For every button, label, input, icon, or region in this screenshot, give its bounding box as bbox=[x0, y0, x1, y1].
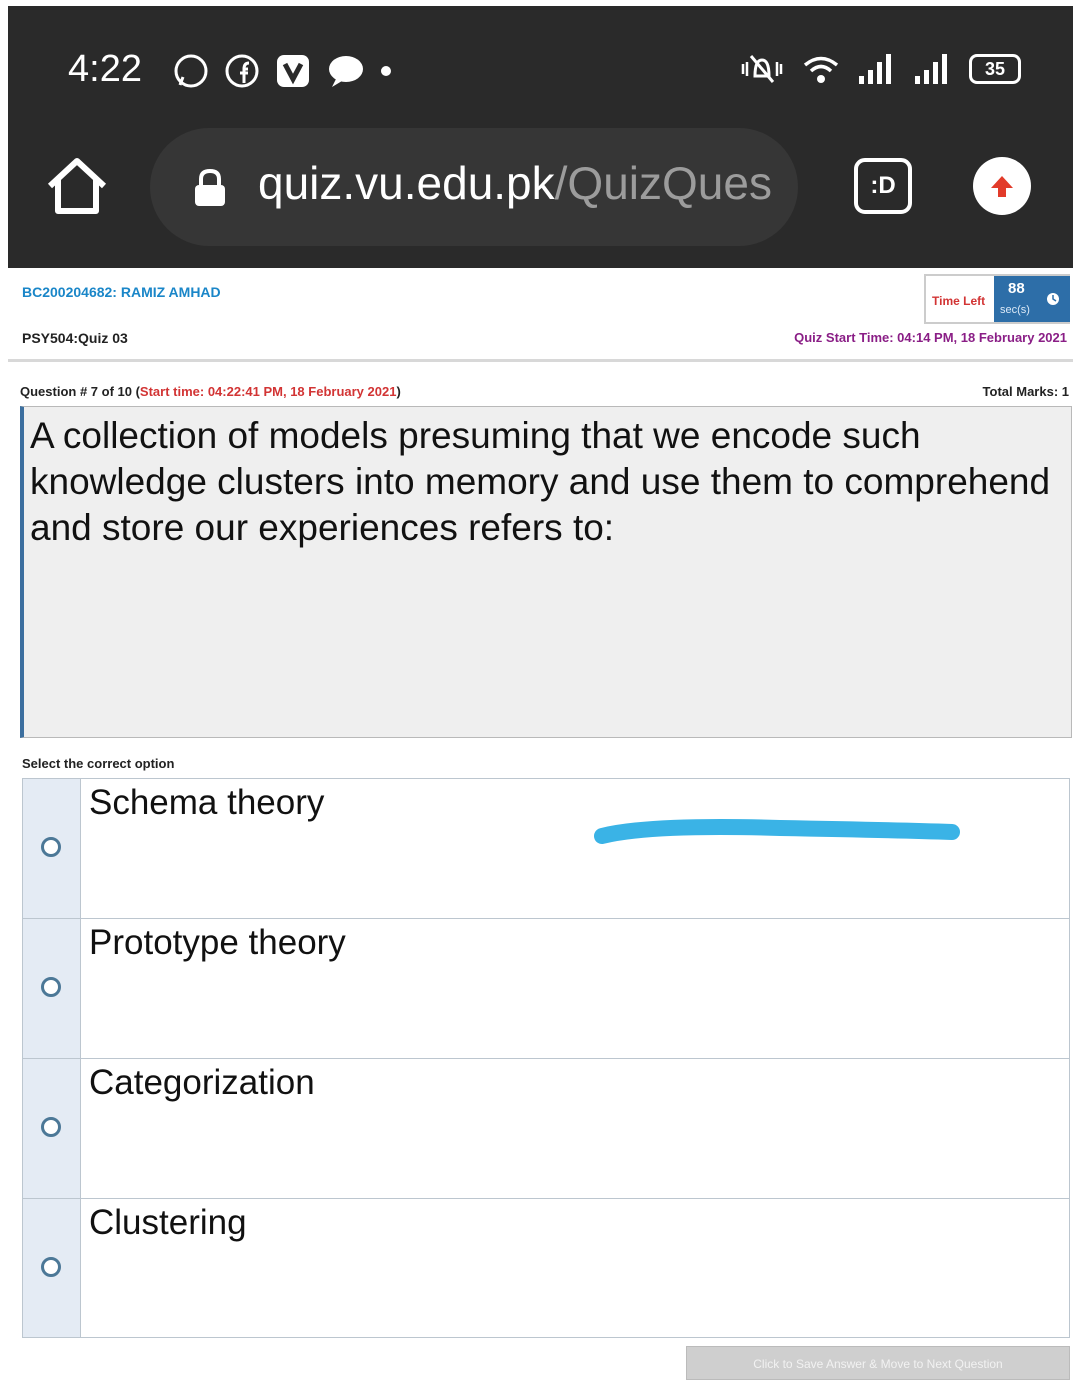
question-meta: Question # 7 of 10 (Start time: 04:22:41… bbox=[20, 384, 401, 399]
whatsapp-icon bbox=[174, 54, 208, 88]
question-box: A collection of models presuming that we… bbox=[20, 406, 1072, 738]
question-meta-close: ) bbox=[396, 384, 401, 399]
battery-icon: 35 bbox=[969, 54, 1021, 84]
options-list: Schema theory Prototype theory Categoriz… bbox=[22, 778, 1070, 1338]
option-label[interactable]: Clustering bbox=[81, 1199, 255, 1337]
message-bubble-icon bbox=[329, 56, 363, 87]
option-label[interactable]: Schema theory bbox=[81, 779, 332, 918]
course-quiz-title: PSY504:Quiz 03 bbox=[22, 330, 128, 346]
question-start-time: Start time: 04:22:41 PM, 18 February 202… bbox=[139, 384, 397, 399]
time-left-unit: sec(s) bbox=[1000, 304, 1030, 316]
url-host: quiz.vu.edu.pk bbox=[258, 157, 555, 209]
time-left-widget: Time Left 88 sec(s) bbox=[924, 274, 1070, 324]
total-marks: Total Marks: 1 bbox=[982, 384, 1069, 399]
facebook-icon bbox=[225, 54, 259, 88]
notification-icons bbox=[172, 52, 392, 90]
time-left-value: 88 bbox=[1008, 280, 1025, 297]
tab-switcher-label: :D bbox=[870, 172, 896, 199]
home-icon bbox=[47, 158, 107, 214]
option-label[interactable]: Prototype theory bbox=[81, 919, 354, 1058]
time-left-label: Time Left bbox=[932, 294, 986, 308]
option-row[interactable]: Clustering bbox=[22, 1198, 1070, 1338]
battery-level: 35 bbox=[984, 59, 1006, 79]
quiz-header: BC200204682: RAMIZ AMHAD PSY504:Quiz 03 … bbox=[8, 270, 1073, 362]
lock-icon bbox=[195, 168, 225, 206]
url-path: /QuizQues bbox=[554, 157, 772, 209]
radio-cell[interactable] bbox=[23, 779, 81, 918]
select-option-label: Select the correct option bbox=[22, 756, 175, 771]
radio-button[interactable] bbox=[41, 977, 61, 997]
mute-vibrate-icon bbox=[741, 55, 783, 83]
system-status-icons: 35 bbox=[739, 52, 1021, 86]
quiz-start-time: Quiz Start Time: 04:14 PM, 18 February 2… bbox=[794, 330, 1067, 345]
option-row[interactable]: Categorization bbox=[22, 1058, 1070, 1198]
arrow-up-icon bbox=[991, 176, 1013, 197]
signal-icon bbox=[859, 54, 891, 84]
home-button[interactable] bbox=[44, 156, 110, 216]
radio-button[interactable] bbox=[41, 1117, 61, 1137]
save-next-button[interactable]: Click to Save Answer & Move to Next Ques… bbox=[686, 1346, 1070, 1380]
question-text: A collection of models presuming that we… bbox=[30, 415, 1051, 548]
signal-icon-2 bbox=[915, 54, 947, 84]
radio-cell[interactable] bbox=[23, 1059, 81, 1198]
dot-icon bbox=[381, 66, 391, 76]
question-number: Question # 7 of 10 ( bbox=[20, 384, 140, 399]
student-id: BC200204682: RAMIZ AMHAD bbox=[22, 284, 221, 300]
radio-button[interactable] bbox=[41, 1257, 61, 1277]
wifi-icon bbox=[803, 56, 839, 83]
upload-button[interactable] bbox=[973, 157, 1031, 215]
clock-icon bbox=[1047, 293, 1059, 305]
time-left-box: 88 sec(s) bbox=[994, 276, 1070, 322]
address-bar[interactable]: quiz.vu.edu.pk/QuizQues bbox=[150, 128, 798, 246]
option-row[interactable]: Schema theory bbox=[22, 778, 1070, 918]
radio-button[interactable] bbox=[41, 837, 61, 857]
tab-switcher-button[interactable]: :D bbox=[854, 158, 912, 214]
viber-icon bbox=[277, 55, 309, 87]
radio-cell[interactable] bbox=[23, 1199, 81, 1337]
status-time: 4:22 bbox=[68, 48, 142, 90]
radio-cell[interactable] bbox=[23, 919, 81, 1058]
option-row[interactable]: Prototype theory bbox=[22, 918, 1070, 1058]
url-text: quiz.vu.edu.pk/QuizQues bbox=[258, 156, 778, 210]
option-label[interactable]: Categorization bbox=[81, 1059, 323, 1198]
highlight-scribble bbox=[594, 819, 960, 844]
